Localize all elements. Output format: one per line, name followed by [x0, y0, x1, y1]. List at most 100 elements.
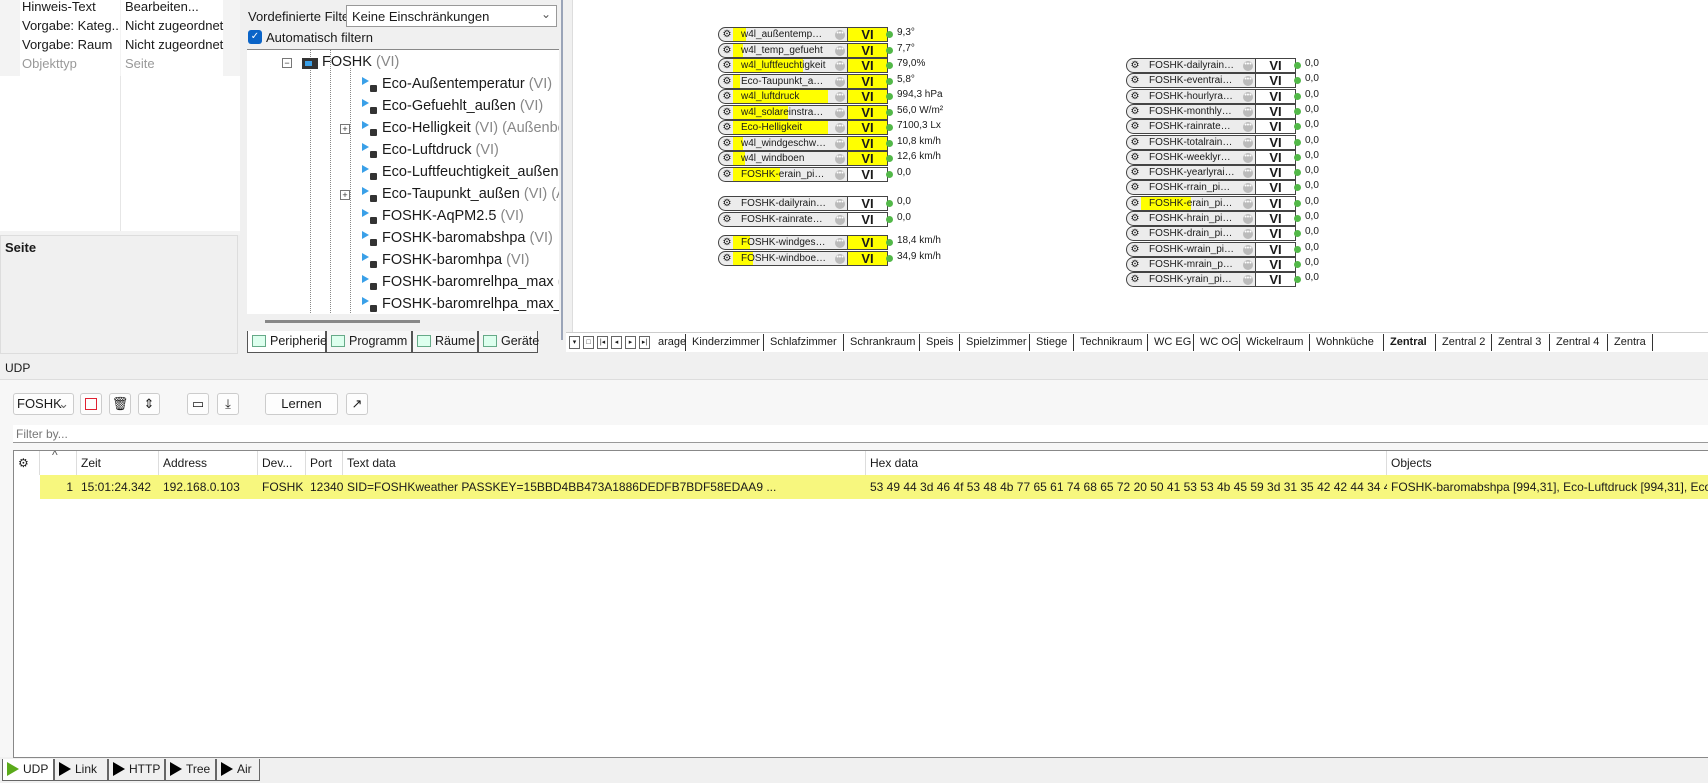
column-header[interactable]: Objects	[1387, 451, 1708, 475]
more-icon[interactable]: •••	[835, 214, 845, 225]
property-row[interactable]: Vorgabe: Kateg... Nicht zugeordnet	[0, 16, 240, 35]
logic-block[interactable]: ⚙ FOSHK-totalrain… ••• VI 0,0	[1126, 134, 1326, 150]
sheet-tab[interactable]: arage	[652, 334, 686, 351]
output-connector[interactable]	[1294, 184, 1301, 192]
tab-tree[interactable]: Tree	[165, 759, 216, 781]
logic-block[interactable]: ⚙ FOSHK-wrain_pi… ••• VI 0,0	[1126, 241, 1326, 257]
gear-icon[interactable]: ⚙	[1129, 244, 1141, 255]
more-icon[interactable]: •••	[1243, 275, 1253, 286]
filter-input[interactable]: Filter by...	[13, 425, 1708, 443]
gear-icon[interactable]: ⚙	[1129, 75, 1141, 86]
gear-icon[interactable]: ⚙	[1129, 106, 1141, 117]
more-icon[interactable]: •••	[835, 199, 845, 209]
more-icon[interactable]: •••	[1243, 198, 1253, 209]
more-icon[interactable]: •••	[1243, 137, 1253, 148]
table-cell-n[interactable]: 1	[40, 475, 77, 499]
logic-block[interactable]: ⚙ FOSHK-erain_pi… ••• VI 0,0	[1126, 195, 1326, 211]
last-sheet-icon[interactable]: ▸|	[639, 336, 650, 349]
gear-icon[interactable]: ⚙	[721, 45, 733, 56]
gear-icon[interactable]: ⚙	[1129, 91, 1141, 102]
logic-block[interactable]: ⚙ FOSHK-eventrai… ••• VI 0,0	[1126, 73, 1326, 89]
more-icon[interactable]: •••	[1243, 91, 1253, 102]
property-row[interactable]: Vorgabe: Raum Nicht zugeordnet	[0, 35, 240, 54]
logic-block[interactable]: ⚙ FOSHK-drain_pi… ••• VI 0,0	[1126, 226, 1326, 242]
sheet-tab[interactable]: Zentral 4	[1550, 334, 1608, 351]
output-connector[interactable]	[886, 46, 893, 54]
output-connector[interactable]	[1294, 153, 1301, 161]
tree-view[interactable]: − FOSHK (VI) Eco-Außentemperatur (VI) Eco…	[247, 49, 559, 314]
logic-block[interactable]: ⚙ w4l_luftfeuchtigkeit ••• VI 79,0%	[718, 58, 925, 73]
logic-block[interactable]: ⚙ w4l_temp_gefueht ••• VI 7,7°	[718, 42, 918, 58]
more-icon[interactable]: •••	[1243, 259, 1253, 270]
tab-link[interactable]: Link	[54, 759, 108, 781]
gear-icon[interactable]: ⚙	[1129, 121, 1141, 132]
output-connector[interactable]	[886, 62, 893, 69]
column-header[interactable]: Hex data	[866, 451, 1387, 475]
next-sheet-icon[interactable]: ▸	[625, 336, 636, 349]
table-cell-objects[interactable]: FOSHK-baromabshpa [994,31], Eco-Luftdruc…	[1387, 475, 1708, 499]
more-icon[interactable]: •••	[835, 61, 845, 71]
gear-icon[interactable]: ⚙	[1129, 198, 1141, 209]
tab-geräte[interactable]: Geräte	[478, 331, 539, 353]
logic-canvas[interactable]: ⚙ w4l_außentemp… ••• VI 9,3° ⚙ w4l_temp_gefueh…	[572, 0, 1708, 332]
popout-button[interactable]: ↗	[346, 393, 368, 415]
more-icon[interactable]: •••	[1243, 76, 1253, 87]
output-connector[interactable]	[1294, 230, 1301, 238]
output-connector[interactable]	[1294, 260, 1301, 268]
logic-block[interactable]: ⚙ FOSHK-mrain_p… ••• VI 0,0	[1126, 256, 1326, 272]
output-connector[interactable]	[886, 77, 893, 85]
output-connector[interactable]	[1294, 62, 1301, 69]
sheet-new-icon[interactable]: □	[583, 336, 594, 349]
gear-icon[interactable]: ⚙	[1129, 259, 1141, 270]
output-connector[interactable]	[886, 124, 893, 131]
logic-block[interactable]: ⚙ Eco-Taupunkt_a… ••• VI 5,8°	[718, 73, 918, 89]
tab-udp[interactable]: UDP	[2, 759, 54, 781]
output-connector[interactable]	[1294, 77, 1301, 85]
table-cell-device[interactable]: FOSHK	[258, 475, 306, 499]
gear-icon[interactable]: ⚙	[721, 153, 733, 164]
gear-icon[interactable]: ⚙	[721, 107, 733, 118]
output-connector[interactable]	[1294, 215, 1301, 222]
property-row[interactable]: Objekttyp Seite	[0, 54, 240, 73]
sheet-tab[interactable]: Spielzimmer	[960, 334, 1030, 351]
logic-block[interactable]: ⚙ FOSHK-hourlyra… ••• VI 0,0	[1126, 88, 1326, 104]
more-icon[interactable]: •••	[835, 107, 845, 118]
logic-block[interactable]: ⚙ w4l_außentemp… ••• VI 9,3°	[718, 27, 918, 42]
logic-block[interactable]: ⚙ w4l_windgeschw… ••• VI 10,8 km/h	[718, 135, 941, 151]
more-icon[interactable]: •••	[1243, 106, 1253, 117]
sheet-tab[interactable]: Technikraum	[1074, 334, 1148, 351]
logic-block[interactable]: ⚙ FOSHK-yearlyrai… ••• VI 0,0	[1126, 165, 1326, 181]
table-cell-text[interactable]: SID=FOSHKweather PASSKEY=15BBD4BB473A188…	[343, 475, 866, 499]
more-icon[interactable]: •••	[835, 123, 845, 133]
logic-block[interactable]: ⚙ Eco-Helligkeit ••• VI 7100,3 Lx	[718, 120, 941, 135]
column-header[interactable]: Zeit	[77, 451, 159, 475]
gear-icon[interactable]: ⚙	[1129, 137, 1141, 148]
more-icon[interactable]: •••	[835, 238, 845, 248]
sheet-tab[interactable]: WC EG	[1148, 334, 1194, 351]
gear-icon[interactable]: ⚙	[18, 456, 29, 470]
download-button[interactable]: ⤓	[217, 393, 239, 415]
output-connector[interactable]	[886, 215, 893, 223]
stop-button[interactable]	[80, 393, 102, 415]
output-connector[interactable]	[1294, 199, 1301, 207]
gear-icon[interactable]: ⚙	[1129, 182, 1141, 193]
gear-icon[interactable]: ⚙	[721, 29, 733, 40]
column-settings[interactable]: ⚙	[14, 451, 40, 475]
output-connector[interactable]	[886, 254, 893, 262]
column-header[interactable]: Text data	[343, 451, 866, 475]
gear-icon[interactable]: ⚙	[721, 122, 733, 133]
more-icon[interactable]: •••	[1243, 214, 1253, 224]
more-icon[interactable]: •••	[835, 30, 845, 40]
table-cell-address[interactable]: 192.168.0.103	[159, 475, 258, 499]
property-row[interactable]: Hinweis-Text Bearbeiten...	[0, 0, 240, 16]
output-connector[interactable]	[1294, 92, 1301, 100]
sheet-tab[interactable]: WC OG	[1194, 334, 1240, 351]
more-icon[interactable]: •••	[835, 169, 845, 180]
gear-icon[interactable]: ⚙	[721, 91, 733, 102]
more-icon[interactable]: •••	[835, 154, 845, 164]
tab-http[interactable]: HTTP	[108, 759, 165, 781]
gear-icon[interactable]: ⚙	[721, 169, 733, 180]
autoscroll-button[interactable]: ⇕	[138, 393, 160, 415]
gear-icon[interactable]: ⚙	[1129, 167, 1141, 178]
gear-icon[interactable]: ⚙	[721, 60, 733, 71]
